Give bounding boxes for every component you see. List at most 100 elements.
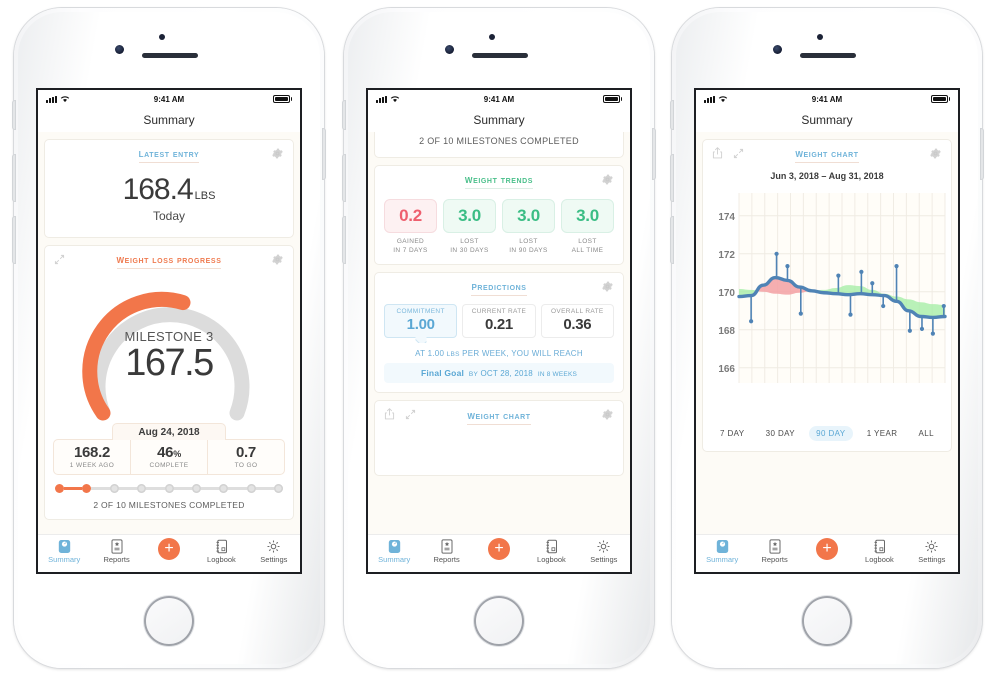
silent-switch[interactable] [342,100,346,130]
tab-settings[interactable]: Settings [578,538,630,564]
milestone-dot[interactable] [219,484,229,493]
volume-down-button[interactable] [342,216,346,264]
prediction-overall-rate[interactable]: OVERALL RATE 0.36 [540,303,614,338]
earpiece-speaker [142,53,198,58]
screen-3: 9:41 AM Summary weight chart Jun 3, 2018… [696,90,958,572]
tab-add-entry[interactable]: + [143,538,195,560]
expand-icon[interactable] [54,254,65,265]
tab-label: Settings [260,555,288,564]
svg-text:166: 166 [718,364,735,375]
trend-item-lost-all[interactable]: 3.0 LOST ALL TIME [561,199,614,264]
milestone-dot[interactable] [55,484,64,493]
volume-up-button[interactable] [342,154,346,202]
volume-down-button[interactable] [12,216,16,264]
predictions-card[interactable]: Predictions COMMITMENT 1.00 [374,271,624,393]
share-icon[interactable] [384,408,395,420]
prediction-commitment[interactable]: COMMITMENT 1.00 [384,303,458,338]
home-button[interactable] [802,596,852,646]
silent-switch[interactable] [12,100,16,130]
progress-card-partial[interactable]: 2 OF 10 MILESTONES COMPLETED [374,132,624,158]
gear-icon[interactable] [271,253,284,266]
expand-icon[interactable] [405,409,416,420]
tab-logbook[interactable]: Logbook [195,538,247,564]
trend-label: LOST ALL TIME [561,237,614,264]
weight-loss-progress-card[interactable]: Weight Loss Progress [44,245,294,520]
milestone-link [64,487,83,490]
tab-add-entry[interactable]: + [801,538,853,560]
milestone-dot[interactable] [274,484,283,493]
latest-entry-unit: LBS [194,190,216,202]
range-30-day[interactable]: 30 DAY [759,426,802,441]
power-button[interactable] [980,128,984,180]
trend-item-gained-7[interactable]: 0.2 GAINED IN 7 DAYS [384,199,437,264]
scroll-1[interactable]: Latest Entry 168.4 LBS Today [38,132,300,527]
trends-header: Weight Trends [375,166,623,195]
milestone-dot[interactable] [82,484,92,493]
milestone-dot[interactable] [137,484,147,493]
plus-icon[interactable]: + [158,538,181,560]
status-time: 9:41 AM [153,94,185,104]
weight-trends-card[interactable]: Weight Trends 0.2 GAINED I [374,165,624,265]
range-1-year[interactable]: 1 YEAR [860,426,905,441]
trend-item-lost-90[interactable]: 3.0 LOST IN 90 DAYS [502,199,555,264]
plus-icon[interactable]: + [816,538,839,560]
milestone-link [173,487,192,490]
milestone-dot[interactable] [246,484,256,493]
gear-icon[interactable] [601,173,614,186]
tab-reports[interactable]: Reports [90,538,142,564]
gear-icon[interactable] [929,147,942,160]
gear-icon[interactable] [601,280,614,293]
goal-row[interactable]: Final Goal BY OCT 28, 2018 IN 8 WEEKS [384,362,614,383]
milestone-dot[interactable] [109,484,119,493]
weight-chart-card[interactable]: Weight Chart Jun 3, 2018 – Aug 31, 2018 … [702,139,952,452]
silent-switch[interactable] [670,100,674,130]
volume-up-button[interactable] [12,154,16,202]
scale-icon [368,538,420,554]
tab-summary[interactable]: Summary [368,538,420,564]
trend-value: 0.2 [384,199,437,233]
tab-logbook[interactable]: Logbook [525,538,577,564]
trend-item-lost-30[interactable]: 3.0 LOST IN 30 DAYS [443,199,496,264]
volume-up-button[interactable] [670,154,674,202]
plus-icon[interactable]: + [488,538,511,560]
gear-icon[interactable] [601,408,614,421]
prediction-current-rate[interactable]: CURRENT RATE 0.21 [462,303,536,338]
volume-down-button[interactable] [670,216,674,264]
tab-summary[interactable]: Summary [38,538,90,564]
sentence-post: PER WEEK, YOU WILL REACH [459,348,583,358]
scroll-3[interactable]: Weight Chart Jun 3, 2018 – Aug 31, 2018 … [696,132,958,459]
tab-settings[interactable]: Settings [248,538,300,564]
home-button[interactable] [144,596,194,646]
report-icon [90,538,142,554]
screenshot-stage: 9:41 AM Summary Latest Entry [0,0,1000,676]
latest-entry-header: Latest Entry [45,140,293,169]
power-button[interactable] [652,128,656,180]
milestone-dot[interactable] [164,484,174,493]
status-time: 9:41 AM [811,94,843,104]
range-all[interactable]: ALL [912,426,941,441]
scroll-2[interactable]: 2 OF 10 MILESTONES COMPLETED Weight Tren… [368,132,630,483]
weight-chart-card-partial[interactable]: Weight Chart [374,399,624,476]
tab-reports[interactable]: Reports [420,538,472,564]
chart-title: Weight Chart [795,148,859,163]
share-icon[interactable] [712,147,723,159]
tab-summary[interactable]: Summary [696,538,748,564]
expand-icon[interactable] [733,148,744,159]
gear-icon[interactable] [271,147,284,160]
milestone-dot[interactable] [191,484,201,493]
range-7-day[interactable]: 7 DAY [713,426,752,441]
home-button[interactable] [474,596,524,646]
front-camera-icon [773,45,782,54]
power-button[interactable] [322,128,326,180]
tab-add-entry[interactable]: + [473,538,525,560]
phone-device-3: 9:41 AM Summary weight chart Jun 3, 2018… [670,8,984,668]
tab-bar-3: Summary Reports + Logbook Settings [696,534,958,572]
tab-reports[interactable]: Reports [748,538,800,564]
latest-entry-date: Today [152,209,186,223]
latest-entry-card[interactable]: Latest Entry 168.4 LBS Today [44,139,294,238]
weight-chart-plot[interactable]: 174 172 170 168 166 [709,187,947,419]
range-90-day[interactable]: 90 DAY [809,426,853,441]
tab-logbook[interactable]: Logbook [853,538,905,564]
tab-settings[interactable]: Settings [906,538,958,564]
trend-label-line1: LOST [578,238,597,245]
